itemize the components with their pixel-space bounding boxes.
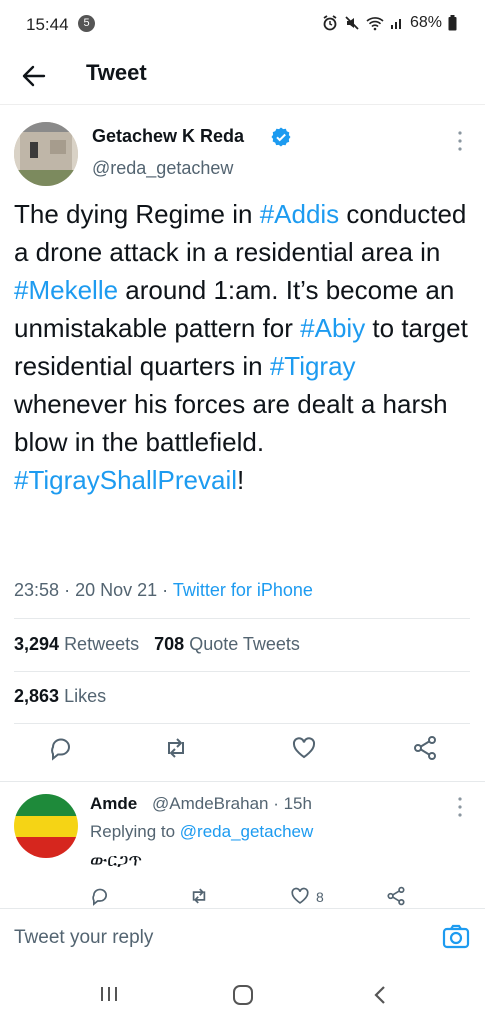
signal-icon: [390, 19, 401, 29]
retweet-count: 3,294: [14, 634, 60, 654]
divider: [14, 618, 470, 619]
verified-badge-icon: [271, 127, 291, 147]
hashtag-link[interactable]: #Tigray: [270, 351, 356, 381]
divider: [14, 671, 470, 672]
heart-icon: [291, 887, 309, 904]
retweet-label: Retweets: [64, 634, 140, 654]
back-button[interactable]: [20, 62, 48, 90]
tweet-text-segment: !: [237, 465, 245, 495]
reply-text: ውርጋጥ: [90, 850, 143, 870]
camera-icon: [442, 924, 470, 949]
author-handle[interactable]: @reda_getachew: [92, 158, 233, 179]
share-icon: [387, 886, 405, 906]
status-time: 15:44: [26, 15, 69, 34]
reply-button[interactable]: [48, 735, 76, 763]
reply-more-options-icon[interactable]: [452, 796, 468, 818]
reply-icon: [51, 738, 70, 761]
notification-count-badge: 5: [78, 15, 95, 32]
replying-to: Replying to @reda_getachew: [90, 822, 313, 842]
back-nav-button[interactable]: [371, 984, 389, 1011]
tweet-meta: 23:58 · 20 Nov 21 · Twitter for iPhone: [14, 580, 313, 601]
author-avatar[interactable]: [14, 122, 78, 186]
tweet-date: 20 Nov 21: [75, 580, 158, 600]
battery-level: 68%: [409, 14, 442, 31]
battery-icon: [448, 15, 457, 31]
system-nav-bar: [0, 964, 485, 1024]
meta-separator: ·: [162, 580, 169, 600]
share-button[interactable]: [412, 735, 440, 763]
like-count: 2,863: [14, 686, 60, 706]
retweet-icon: [192, 888, 206, 904]
recent-apps-icon: [101, 987, 117, 1001]
like-button[interactable]: [291, 735, 319, 763]
retweet-stats[interactable]: 3,294 Retweets 708 Quote Tweets: [14, 634, 300, 655]
top-bar: Tweet: [0, 48, 485, 105]
reply-composer: Tweet your reply: [0, 908, 485, 966]
alarm-icon: [323, 15, 337, 31]
like-stats[interactable]: 2,863 Likes: [14, 686, 106, 707]
hashtag-link[interactable]: #Addis: [260, 199, 340, 229]
retweet-button[interactable]: [163, 735, 191, 763]
hashtag-link[interactable]: #Mekelle: [14, 275, 118, 305]
divider: [14, 723, 470, 724]
recent-apps-button[interactable]: [99, 984, 119, 1009]
camera-button[interactable]: [442, 923, 470, 956]
reply-actions: [0, 886, 485, 910]
reply-author-handle[interactable]: @AmdeBrahan · 15h: [152, 794, 312, 814]
tweet-text-segment: whenever his forces are dealt a harsh bl…: [14, 389, 448, 457]
back-arrow-icon: [22, 65, 46, 87]
quote-label: Quote Tweets: [189, 634, 300, 654]
home-button[interactable]: [232, 984, 254, 1011]
home-icon: [233, 985, 253, 1005]
meta-separator: ·: [64, 580, 71, 600]
share-icon: [414, 736, 436, 760]
reply-like-count: 8: [316, 889, 324, 905]
replying-to-prefix: Replying to: [90, 822, 180, 841]
retweet-icon: [168, 738, 184, 758]
author-name[interactable]: Getachew K Reda: [92, 126, 244, 147]
replying-to-handle[interactable]: @reda_getachew: [180, 822, 314, 841]
tweet-source-link[interactable]: Twitter for iPhone: [173, 580, 313, 600]
status-icons: 68%: [322, 14, 457, 32]
tweet-actions: [0, 735, 485, 771]
reply-author-avatar[interactable]: [14, 794, 78, 858]
more-options-icon[interactable]: [452, 130, 468, 152]
reply-icon: [92, 888, 107, 906]
tweet-text-segment: The dying Regime in: [14, 199, 260, 229]
mute-icon: [345, 16, 359, 30]
tweet-text: The dying Regime in #Addis conducted a d…: [14, 195, 474, 499]
reply-author-name[interactable]: Amde: [90, 794, 137, 814]
like-label: Likes: [64, 686, 107, 706]
wifi-icon: [366, 17, 384, 31]
reply-input[interactable]: Tweet your reply: [14, 927, 153, 949]
hashtag-link[interactable]: #Abiy: [300, 313, 365, 343]
quote-count: 708: [154, 634, 185, 654]
status-bar: 15:44 5 68%: [0, 0, 485, 48]
divider: [0, 781, 485, 782]
chevron-left-icon: [374, 986, 385, 1004]
heart-icon: [292, 737, 316, 759]
hashtag-link[interactable]: #TigrayShallPrevail: [14, 465, 237, 495]
tweet-time: 23:58: [14, 580, 60, 600]
page-title: Tweet: [86, 60, 147, 85]
